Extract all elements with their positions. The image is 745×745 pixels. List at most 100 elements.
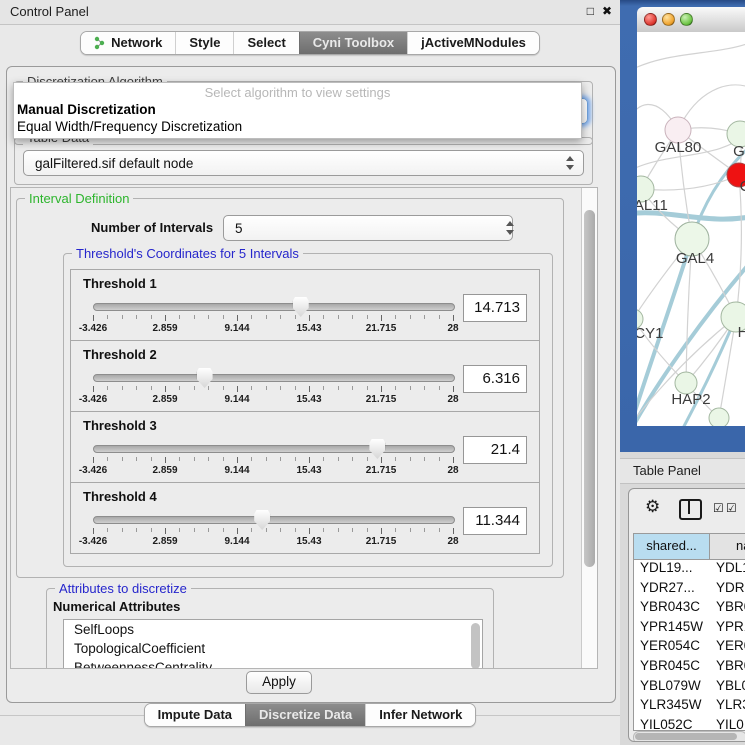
list-item[interactable]: BetweennessCentrality [64,658,482,669]
network-node-label: HAP2 [671,391,710,408]
cell-name: YBR0 [710,599,745,619]
slider-tick-label: -3.426 [79,323,107,334]
slider-tick [179,457,180,461]
table-row[interactable]: YBL079WYBL0 [634,678,745,698]
slider-thumb[interactable] [197,368,213,388]
table-row[interactable]: YLR345WYLR3 [634,697,745,717]
tab-label: Network [111,32,162,54]
slider-tick [107,528,108,532]
threshold-label: Threshold 3 [83,418,157,433]
slider-tick [381,528,382,534]
slider-tick [208,457,209,461]
slider-track[interactable] [93,516,455,524]
tab-infer-network[interactable]: Infer Network [365,704,475,726]
network-canvas[interactable]: GAL80GACGAL11GAL4GCY1HHAP2 [637,32,745,426]
table-data-combobox[interactable]: galFiltered.sif default node [23,150,584,176]
threshold-value-field[interactable]: 21.4 [463,436,527,464]
mac-minimize-button[interactable] [662,13,675,26]
table-row[interactable]: YBR045CYBR0 [634,658,745,678]
columns-icon[interactable] [679,499,702,520]
network-node[interactable] [709,408,729,426]
algorithm-option-manual[interactable]: Manual Discretization [17,102,156,117]
slider-tick [136,315,137,319]
list-scrollbar[interactable] [471,623,480,669]
slider-tick [309,457,310,463]
checkbox-icon[interactable]: ☑ [726,501,737,515]
slider-tick [179,528,180,532]
horizontal-scrollbar[interactable] [633,731,745,742]
close-window-icon[interactable]: ✖ [602,4,612,18]
slider-tick [165,528,166,534]
slider-tick [280,386,281,390]
network-nodes[interactable]: GAL80GACGAL11GAL4GCY1HHAP2 [637,117,745,426]
slider-tick-label: 28 [447,465,458,476]
tab-label: Discretize Data [259,704,352,726]
table-panel-window: ⚙ ☑ ☑ shared... na YDL19...YDL1YDR27...Y… [628,488,745,742]
tab-jactivemnodules[interactable]: jActiveMNodules [407,32,539,54]
slider-tick [439,386,440,390]
vertical-scrollbar-thumb[interactable] [584,210,595,567]
checkbox-icon[interactable]: ☑ [713,501,724,515]
numerical-attributes-list[interactable]: SelfLoopsTopologicalCoefficientBetweenne… [63,619,483,669]
tab-label: Impute Data [158,704,232,726]
tab-network[interactable]: Network [81,32,175,54]
network-window-titlebar[interactable] [637,7,745,33]
slider-track[interactable] [93,303,455,311]
slider-tick [93,386,94,392]
slider-tick [208,315,209,319]
slider-tick [453,386,454,392]
column-header-name[interactable]: na [710,534,745,559]
mac-zoom-button[interactable] [680,13,693,26]
list-item[interactable]: SelfLoops [64,620,482,639]
slider-tick-label: 21.715 [366,323,397,334]
threshold-value-field[interactable]: 14.713 [463,294,527,322]
horizontal-scrollbar-thumb[interactable] [635,733,737,740]
table-row[interactable]: YBR043CYBR0 [634,599,745,619]
cell-name: YPR1 [710,619,745,639]
threshold-row-3: Threshold 3-3.4262.8599.14415.4321.71528… [70,411,540,483]
slider-tick-label: 28 [447,536,458,547]
float-window-icon[interactable]: □ [587,4,594,18]
tab-discretize-data[interactable]: Discretize Data [245,704,365,726]
slider-tick-label: 2.859 [152,536,177,547]
table-row[interactable]: YIL052CYIL0 [634,717,745,731]
threshold-value-field[interactable]: 6.316 [463,365,527,393]
table-row[interactable]: YDR27...YDR2 [634,580,745,600]
table-row[interactable]: YDL19...YDL1 [634,560,745,580]
tab-cyni-toolbox[interactable]: Cyni Toolbox [299,32,407,54]
slider-tick [107,315,108,319]
list-item[interactable]: TopologicalCoefficient [64,639,482,658]
apply-button[interactable]: Apply [246,671,312,694]
tab-select[interactable]: Select [233,32,298,54]
slider-tick [367,315,368,319]
threshold-value-field[interactable]: 11.344 [463,507,527,535]
mac-close-button[interactable] [644,13,657,26]
slider-thumb[interactable] [369,439,385,459]
gear-icon[interactable]: ⚙ [645,497,660,517]
network-node-label: GAL4 [676,250,714,267]
network-icon [94,36,106,50]
slider-track[interactable] [93,374,455,382]
slider-track[interactable] [93,445,455,453]
table-rows[interactable]: YDL19...YDL1YDR27...YDR2YBR043CYBR0YPR14… [633,559,745,731]
algorithm-option-equal-width[interactable]: Equal Width/Frequency Discretization [17,119,242,134]
vertical-scrollbar[interactable] [581,188,597,668]
slider-thumb[interactable] [293,297,309,317]
table-header-row: shared... na [633,533,745,559]
table-row[interactable]: YPR145WYPR1 [634,619,745,639]
thresholds-stack: Threshold 1-3.4262.8599.14415.4321.71528… [64,269,552,553]
tab-style[interactable]: Style [175,32,233,54]
slider-tick [352,386,353,390]
table-row[interactable]: YER054CYER0 [634,638,745,658]
slider-tick [453,528,454,534]
cell-shared-name: YPR145W [634,619,710,639]
tab-impute-data[interactable]: Impute Data [145,704,245,726]
slider-thumb[interactable] [254,510,270,530]
interval-definition-label: Interval Definition [25,191,133,206]
control-panel-title: Control Panel [10,0,89,24]
slider-tick [453,457,454,463]
column-header-shared-name[interactable]: shared... [634,534,710,559]
slider-tick [107,457,108,461]
number-of-intervals-combobox[interactable]: 5 [223,215,513,241]
slider-tick [266,386,267,390]
